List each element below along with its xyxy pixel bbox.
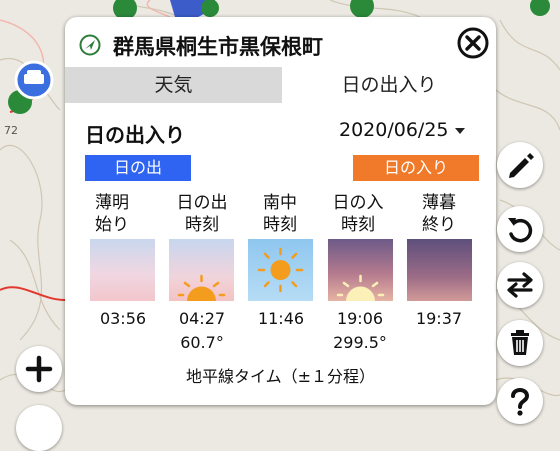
- column-label-sunrise: 日の出 時刻: [176, 193, 228, 235]
- edit-button[interactable]: [497, 142, 543, 188]
- sky-noon-image: [248, 239, 313, 301]
- navigation-arrow-icon: [79, 34, 101, 56]
- undo-icon: [508, 218, 533, 243]
- horizon-time-note: 地平線タイム（±１分程）: [185, 367, 376, 386]
- sky-sunrise-image: [169, 239, 234, 301]
- zoom-in-button[interactable]: [16, 346, 62, 392]
- help-button[interactable]: [497, 378, 543, 424]
- swap-icon: [507, 272, 533, 298]
- sky-dusk-image: [407, 239, 472, 301]
- zoom-out-button[interactable]: [16, 405, 62, 451]
- delete-button[interactable]: [497, 320, 543, 366]
- time-noon: 11:46: [257, 309, 305, 328]
- popup-header: 群馬県桐生市黒保根町: [65, 17, 496, 69]
- help-icon: [511, 388, 530, 416]
- map-scale-text: 72: [4, 124, 18, 137]
- section-title: 日の出入り: [85, 123, 185, 147]
- date-selector[interactable]: 2020/06/25: [339, 119, 465, 141]
- pencil-icon: [509, 153, 534, 178]
- sunset-badge: 日の入り: [353, 155, 479, 181]
- time-dusk: 19:37: [415, 309, 463, 328]
- time-sunset: 19:06: [336, 309, 384, 328]
- time-dawn: 03:56: [99, 309, 147, 328]
- location-title: 群馬県桐生市黒保根町: [113, 35, 323, 59]
- tab-weather[interactable]: 天気: [65, 67, 282, 103]
- close-icon[interactable]: [456, 26, 490, 60]
- time-sunrise: 04:27: [178, 309, 226, 328]
- zoom-in-icon: [25, 355, 53, 383]
- dropdown-arrow-icon: [454, 127, 465, 134]
- car-marker-icon: [14, 60, 54, 100]
- column-label-noon: 南中 時刻: [263, 193, 297, 235]
- column-label-dawn: 薄明 始り: [95, 193, 129, 235]
- azimuth-sunrise: 60.7°: [180, 333, 224, 352]
- sunrise-badge: 日の出: [85, 155, 191, 181]
- date-value: 2020/06/25: [339, 119, 449, 141]
- sky-sunset-image: [328, 239, 393, 301]
- azimuth-sunset: 299.5°: [333, 333, 387, 352]
- tab-sunrise-sunset[interactable]: 日の出入り: [282, 67, 496, 103]
- swap-button[interactable]: [497, 262, 543, 308]
- undo-button[interactable]: [497, 206, 543, 252]
- column-label-dusk: 薄暮 終り: [422, 193, 456, 235]
- trash-icon: [511, 330, 529, 355]
- tab-bar: 天気 日の出入り: [65, 67, 496, 103]
- column-label-sunset: 日の入 時刻: [332, 193, 384, 235]
- location-popup: 群馬県桐生市黒保根町 天気 日の出入り 日の出入り 2020/06/25 日の出…: [65, 17, 496, 405]
- sky-dawn-image: [90, 239, 155, 301]
